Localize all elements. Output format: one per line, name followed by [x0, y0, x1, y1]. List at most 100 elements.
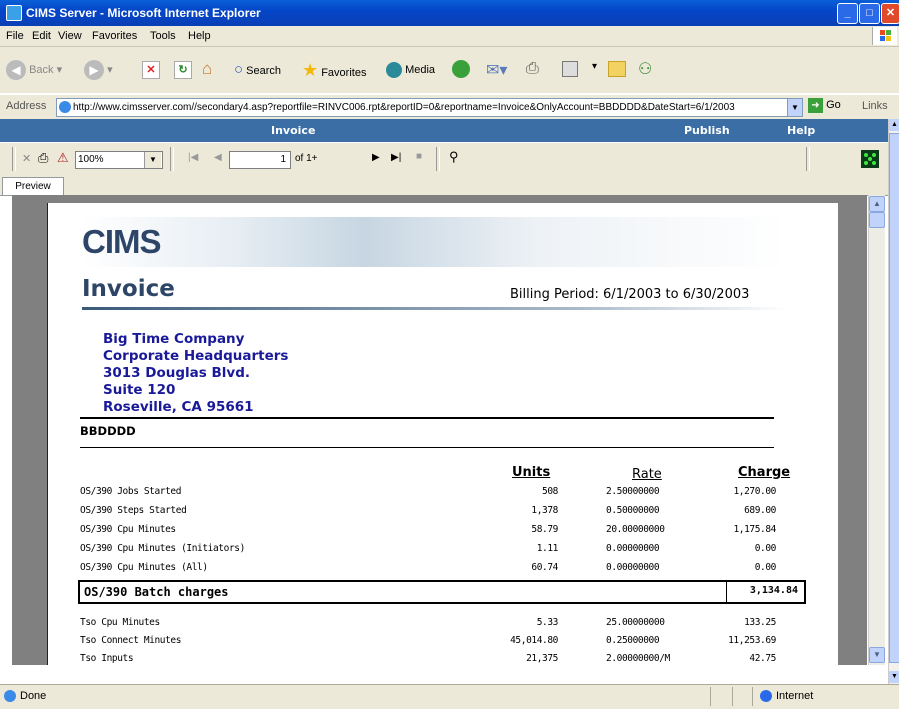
folder-icon[interactable]	[608, 61, 626, 77]
prev-page-icon[interactable]: ◀	[214, 152, 222, 163]
scroll-down-icon[interactable]: ▼	[889, 671, 899, 683]
report-scrollbar[interactable]: ▲ ▼	[868, 195, 885, 665]
address-line: Corporate Headquarters	[103, 348, 289, 364]
tso-rows: Tso Cpu Minutes 5.33 25.00000000 133.25 …	[80, 617, 778, 665]
tab-preview[interactable]: Preview	[2, 177, 64, 195]
print-report-icon[interactable]: ⎙	[38, 150, 48, 166]
column-header-charge: Charge	[738, 465, 791, 480]
batch-total-box: OS/390 Batch charges 3,134.84	[78, 580, 806, 604]
menu-help[interactable]: Help	[188, 30, 211, 42]
page-done-icon	[4, 690, 16, 702]
last-page-icon[interactable]: ▶|	[391, 152, 401, 163]
binoculars-icon[interactable]: ⚲	[449, 149, 459, 165]
menu-file[interactable]: File	[6, 30, 24, 42]
window-title: CIMS Server - Microsoft Internet Explore…	[26, 6, 261, 20]
stop-loading-icon[interactable]: ■	[416, 151, 422, 162]
globe-icon	[760, 690, 772, 702]
stop-icon[interactable]: ✕	[142, 61, 160, 79]
browser-toolbar: ◀ Back ▾ ▶ ▾ ✕ ↻ ⌂ ○ Search ★ Favorites …	[0, 47, 899, 93]
crystal-logo-icon	[861, 150, 879, 168]
page-icon	[59, 101, 71, 114]
table-row: OS/390 Steps Started 1,378 0.50000000 68…	[80, 505, 776, 516]
links-label[interactable]: Links	[862, 100, 888, 112]
ie-logo-icon	[6, 5, 22, 21]
page-number-input[interactable]: 1	[229, 151, 291, 169]
menu-tools[interactable]: Tools	[150, 30, 176, 42]
forward-button[interactable]: ▶ ▾	[84, 59, 113, 81]
scroll-up-icon[interactable]: ▲	[869, 196, 885, 212]
table-row: OS/390 Cpu Minutes (Initiators) 1.11 0.0…	[80, 543, 776, 554]
mail-icon[interactable]: ✉▾	[486, 60, 507, 80]
next-page-icon[interactable]: ▶	[372, 152, 380, 163]
maximize-icon[interactable]: □	[859, 3, 880, 24]
page-count: of 1+	[295, 153, 318, 164]
home-icon[interactable]: ⌂	[202, 59, 212, 79]
windows-flag-icon	[872, 27, 897, 45]
table-row: OS/390 Cpu Minutes 58.79 20.00000000 1,1…	[80, 524, 776, 535]
report-nav-bar: Invoice Publish Help	[0, 119, 888, 142]
back-button[interactable]: ◀ Back ▾	[6, 59, 62, 81]
table-row: OS/390 Jobs Started 508 2.50000000 1,270…	[80, 486, 776, 497]
address-label: Address	[6, 100, 47, 112]
refresh-icon[interactable]: ↻	[174, 61, 192, 79]
table-row: OS/390 Cpu Minutes (All) 60.74 0.0000000…	[80, 562, 776, 573]
cims-logo: CIMS	[82, 223, 161, 260]
menu-view[interactable]: View	[58, 30, 82, 42]
table-row: Tso Inputs 21,375 2.00000000/M 42.75	[80, 653, 776, 664]
search-icon: ○	[234, 61, 244, 78]
table-row: Tso Connect Minutes 45,014.80 0.25000000…	[80, 635, 776, 646]
scroll-up-icon[interactable]: ▲	[889, 119, 899, 131]
column-header-rate: Rate	[632, 467, 662, 482]
favorites-button[interactable]: ★ Favorites	[302, 59, 366, 81]
publish-link[interactable]: Publish	[684, 124, 730, 137]
help-link[interactable]: Help	[787, 124, 815, 137]
tab-row: Preview	[0, 177, 888, 196]
forward-arrow-icon: ▶	[84, 60, 104, 81]
search-button[interactable]: ○ Search	[234, 59, 281, 81]
report-canvas: CIMS Invoice Billing Period: 6/1/2003 to…	[12, 195, 867, 665]
minimize-icon[interactable]: _	[837, 3, 858, 24]
address-line: Roseville, CA 95661	[103, 399, 254, 415]
media-icon	[386, 62, 402, 79]
zoom-select[interactable]: 100% ▼	[75, 151, 163, 169]
close-report-icon[interactable]: ✕	[22, 152, 31, 165]
edit-icon[interactable]	[562, 61, 578, 77]
table-row: Tso Cpu Minutes 5.33 25.00000000 133.25	[80, 617, 776, 628]
header-banner	[82, 217, 788, 267]
media-button[interactable]: Media	[386, 59, 435, 81]
chevron-down-icon: ▼	[144, 152, 161, 168]
address-line: Suite 120	[103, 382, 176, 398]
address-input[interactable]: http://www.cimsserver.com//secondary4.as…	[56, 98, 788, 117]
report-page: CIMS Invoice Billing Period: 6/1/2003 to…	[47, 203, 838, 665]
invoice-title: Invoice	[82, 276, 175, 302]
report-title: Invoice	[271, 124, 316, 137]
back-arrow-icon: ◀	[6, 60, 26, 81]
messenger-icon[interactable]: ⚇	[638, 59, 652, 79]
print-icon[interactable]: ⎙	[526, 60, 539, 78]
batch-total-label: OS/390 Batch charges	[84, 585, 229, 599]
title-underline	[82, 307, 788, 310]
go-arrow-icon: ➜	[808, 98, 823, 113]
menu-edit[interactable]: Edit	[32, 30, 51, 42]
address-dropdown-icon[interactable]: ▼	[787, 98, 803, 117]
scroll-thumb[interactable]	[889, 133, 899, 663]
star-icon: ★	[302, 60, 319, 80]
window-title-bar[interactable]: CIMS Server - Microsoft Internet Explore…	[0, 0, 899, 26]
window-scrollbar[interactable]: ▲ ▼	[888, 119, 899, 684]
dropdown-icon[interactable]: ▾	[592, 61, 597, 72]
go-button[interactable]: ➜ Go	[808, 98, 841, 113]
menu-bar: File Edit View Favorites Tools Help	[0, 26, 899, 47]
export-icon[interactable]: ⚠	[57, 150, 69, 166]
close-icon[interactable]: ✕	[881, 3, 899, 24]
address-line: 3013 Douglas Blvd.	[103, 365, 251, 381]
scroll-down-icon[interactable]: ▼	[869, 647, 885, 663]
batch-rows: OS/390 Jobs Started 508 2.50000000 1,270…	[80, 486, 778, 581]
address-bar: Address http://www.cimsserver.com//secon…	[0, 94, 899, 120]
address-line: Big Time Company	[103, 331, 245, 347]
history-icon[interactable]	[452, 60, 470, 78]
menu-favorites[interactable]: Favorites	[92, 30, 137, 42]
divider	[80, 417, 774, 419]
scroll-thumb[interactable]	[869, 212, 885, 228]
first-page-icon[interactable]: |◀	[188, 152, 198, 163]
account-code: BBDDDD	[80, 424, 136, 438]
